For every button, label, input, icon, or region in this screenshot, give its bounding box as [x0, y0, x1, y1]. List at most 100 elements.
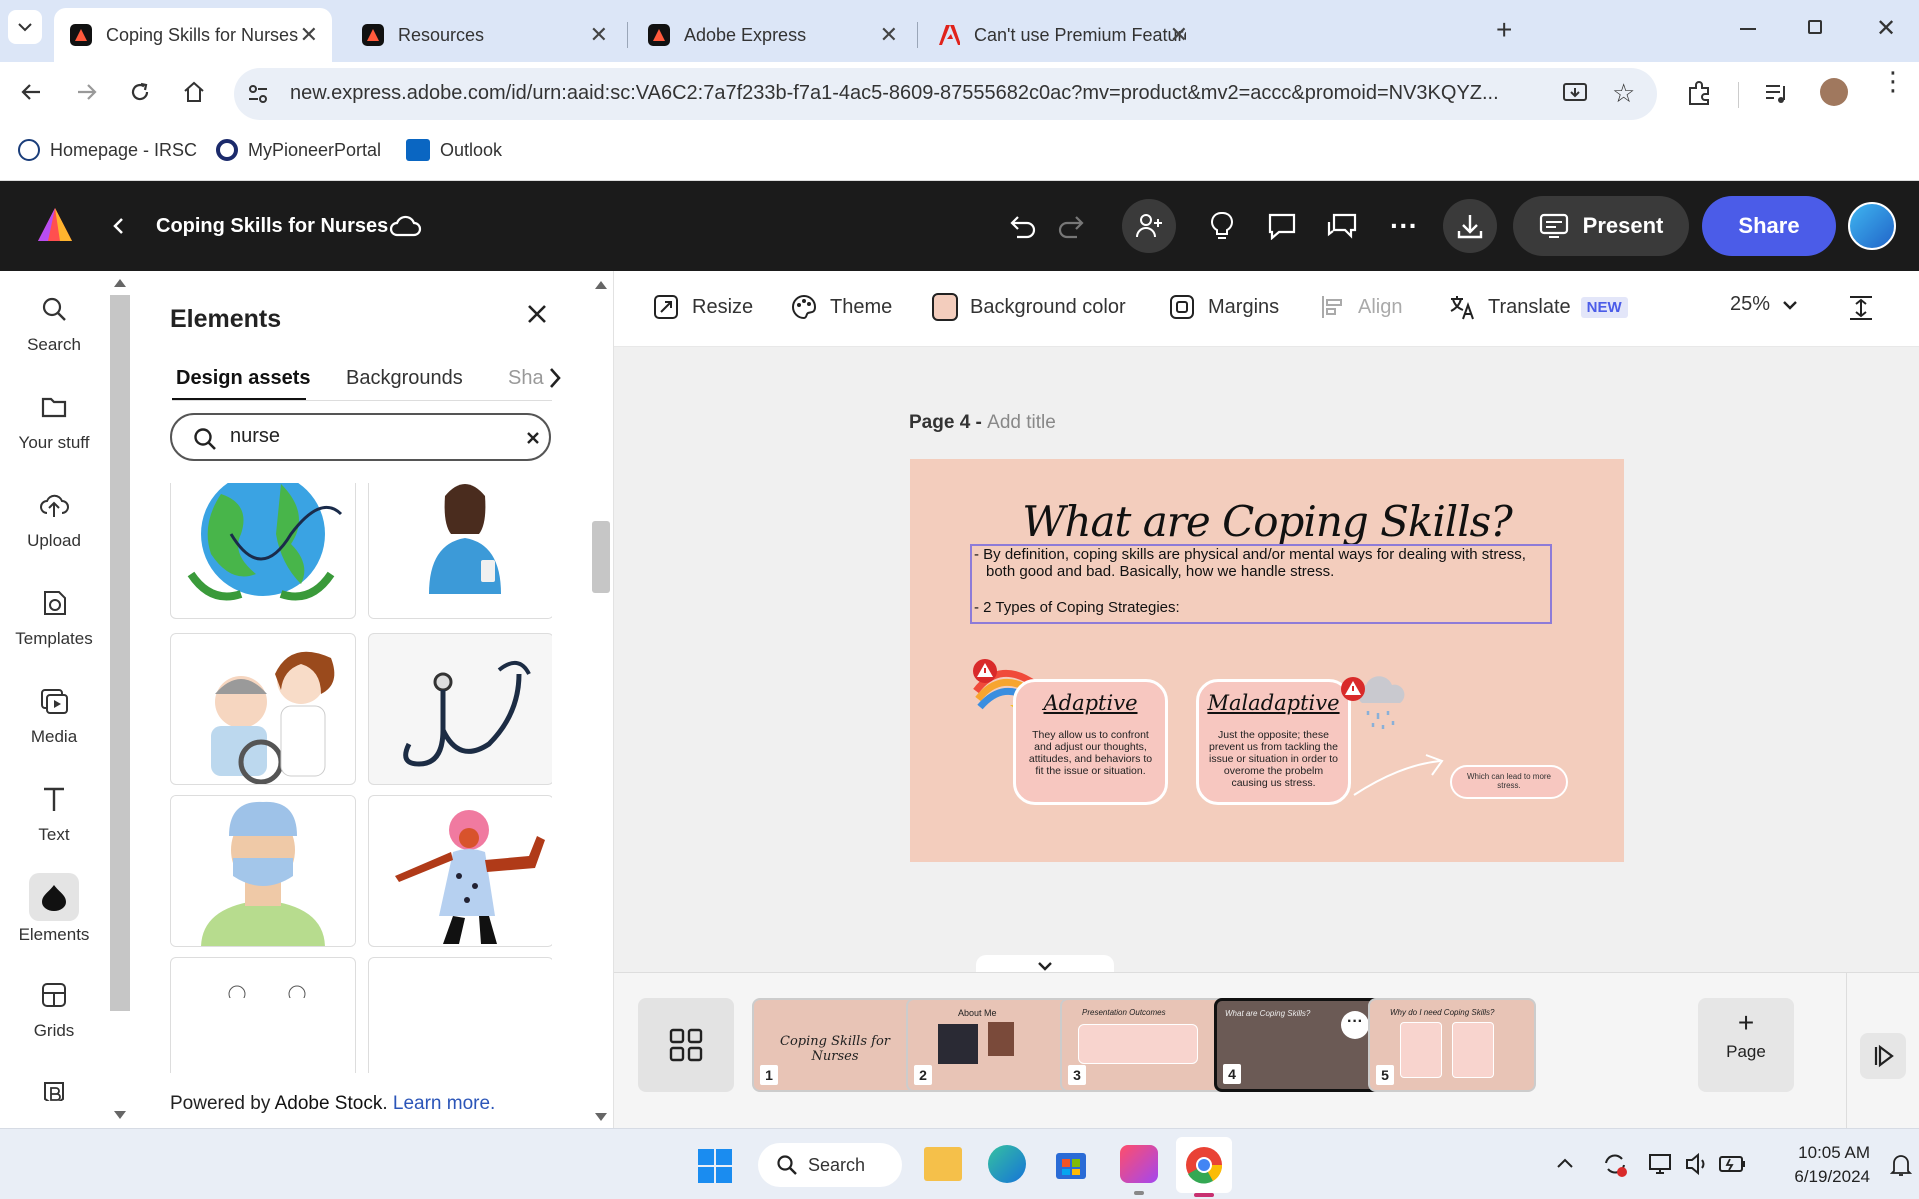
- redo-icon[interactable]: [1052, 206, 1092, 246]
- rail-search[interactable]: Search: [0, 287, 108, 355]
- scroll-down-arrow[interactable]: [595, 1113, 607, 1121]
- volume-icon[interactable]: [1684, 1151, 1710, 1177]
- rail-media[interactable]: Media: [0, 679, 108, 747]
- download-button[interactable]: [1443, 199, 1497, 253]
- grid-view-button[interactable]: [638, 998, 734, 1092]
- page-thumb-4-active[interactable]: What are Coping Skills? ··· 4: [1214, 998, 1382, 1092]
- taskbar-search[interactable]: Search: [758, 1143, 902, 1187]
- install-app-icon[interactable]: [1562, 80, 1588, 106]
- fit-screen-icon[interactable]: [1846, 293, 1876, 323]
- page-thumb-2[interactable]: About Me 2: [906, 998, 1074, 1092]
- media-control-icon[interactable]: [1764, 82, 1790, 106]
- back-icon[interactable]: [20, 80, 44, 104]
- rail-elements[interactable]: Elements: [0, 873, 108, 945]
- comment-icon[interactable]: [1262, 206, 1302, 246]
- adobe-express-logo[interactable]: [36, 206, 74, 244]
- store-icon[interactable]: [1054, 1147, 1088, 1181]
- adaptive-body[interactable]: They allow us to confront and adjust our…: [1025, 729, 1156, 777]
- align-button[interactable]: Align: [1320, 293, 1402, 321]
- margins-button[interactable]: Margins: [1168, 293, 1279, 321]
- profile-avatar[interactable]: [1820, 78, 1848, 106]
- page-thumb-3[interactable]: Presentation Outcomes 3: [1060, 998, 1228, 1092]
- file-explorer-icon[interactable]: [924, 1147, 962, 1181]
- background-color-button[interactable]: Background color: [932, 293, 1126, 321]
- note-text[interactable]: Which can lead to more stress.: [1466, 772, 1552, 790]
- more-options-icon[interactable]: ···: [1384, 206, 1424, 246]
- bookmark-star-icon[interactable]: ☆: [1612, 78, 1635, 109]
- page-thumb-1[interactable]: Coping Skills for Nurses 1: [752, 998, 920, 1092]
- scroll-up-arrow[interactable]: [114, 279, 126, 287]
- tab-backgrounds[interactable]: Backgrounds: [346, 367, 463, 390]
- creative-cloud-icon[interactable]: [1120, 1145, 1158, 1183]
- rail-brands[interactable]: [0, 1071, 108, 1101]
- close-tab-icon[interactable]: ✕: [1170, 22, 1188, 48]
- close-tab-icon[interactable]: ✕: [880, 22, 898, 48]
- battery-icon[interactable]: [1718, 1151, 1748, 1177]
- tab-premium-features[interactable]: Can't use Premium Features - A ✕: [922, 8, 1202, 62]
- tab-list-button[interactable]: [8, 10, 42, 44]
- cloud-sync-icon[interactable]: [388, 213, 422, 239]
- reload-icon[interactable]: [128, 80, 152, 104]
- extensions-icon[interactable]: [1686, 80, 1712, 106]
- tab-shapes[interactable]: Sha: [508, 367, 544, 390]
- scroll-thumb[interactable]: [110, 295, 130, 1011]
- chat-icon[interactable]: [1322, 206, 1362, 246]
- home-icon[interactable]: [182, 80, 206, 104]
- clock[interactable]: 10:05 AM 6/19/2024: [1768, 1141, 1870, 1189]
- lightbulb-icon[interactable]: [1202, 206, 1242, 246]
- edge-icon[interactable]: [988, 1145, 1026, 1183]
- bullet-2[interactable]: - 2 Types of Coping Strategies:: [974, 599, 1550, 616]
- add-page-button[interactable]: + Page: [1698, 998, 1794, 1092]
- tab-design-assets[interactable]: Design assets: [176, 367, 311, 390]
- notifications-icon[interactable]: [1890, 1153, 1912, 1177]
- bookmark-mypioneerportal[interactable]: MyPioneerPortal: [216, 139, 381, 161]
- asset-earth-stethoscope[interactable]: [170, 483, 356, 619]
- chrome-taskbar-button[interactable]: [1176, 1137, 1232, 1193]
- rail-grids[interactable]: Grids: [0, 973, 108, 1041]
- translate-button[interactable]: Translate NEW: [1448, 293, 1628, 321]
- tray-chevron-icon[interactable]: [1556, 1157, 1574, 1169]
- back-chevron-icon[interactable]: [112, 217, 124, 235]
- undo-icon[interactable]: [1002, 206, 1042, 246]
- present-button[interactable]: Present: [1513, 196, 1689, 256]
- windows-start-icon[interactable]: [698, 1149, 732, 1183]
- zoom-selector[interactable]: 25%: [1730, 293, 1798, 316]
- theme-button[interactable]: Theme: [790, 293, 892, 321]
- close-tab-icon[interactable]: ✕: [590, 22, 608, 48]
- invite-collaborator-button[interactable]: [1122, 199, 1176, 253]
- elements-search-field[interactable]: nurse: [170, 413, 551, 461]
- tab-resources[interactable]: Resources ✕: [346, 8, 622, 62]
- document-title[interactable]: Coping Skills for Nurses: [156, 215, 388, 238]
- rail-templates[interactable]: Templates: [0, 581, 108, 649]
- rail-your-stuff[interactable]: Your stuff: [0, 385, 108, 453]
- browser-menu-icon[interactable]: ⋮: [1880, 68, 1906, 94]
- close-window-button[interactable]: ✕: [1876, 14, 1896, 43]
- scroll-up-arrow[interactable]: [595, 281, 607, 289]
- new-tab-button[interactable]: +: [1496, 14, 1512, 46]
- sync-status-icon[interactable]: [1602, 1151, 1628, 1177]
- curved-arrow[interactable]: [1350, 751, 1450, 801]
- bookmark-irsc[interactable]: Homepage - IRSC: [18, 139, 197, 161]
- asset-surgeon-mask[interactable]: [170, 795, 356, 947]
- network-icon[interactable]: [1648, 1151, 1676, 1177]
- tab-coping-skills[interactable]: Coping Skills for Nurses ✕: [54, 8, 332, 62]
- page-thumb-5[interactable]: Why do I need Coping Skills? 5: [1368, 998, 1536, 1092]
- rail-text[interactable]: Text: [0, 777, 108, 845]
- minimize-button[interactable]: [1740, 28, 1756, 30]
- tabs-next-chevron-icon[interactable]: [548, 367, 562, 389]
- expand-strip-button[interactable]: [1860, 1033, 1906, 1079]
- tab-adobe-express[interactable]: Adobe Express ✕: [632, 8, 912, 62]
- site-info-icon[interactable]: [246, 82, 270, 106]
- panel-scroll-track[interactable]: [590, 277, 612, 1127]
- asset-nurse-wheelchair-cartoon[interactable]: [170, 633, 356, 785]
- page-more-options-button[interactable]: ···: [1341, 1011, 1369, 1039]
- slide-page-4[interactable]: What are Coping Skills? - By definition,…: [910, 459, 1624, 862]
- asset-nurse-with-coffee[interactable]: [368, 483, 552, 619]
- maladaptive-title[interactable]: Maladaptive: [1196, 691, 1351, 715]
- search-input[interactable]: nurse: [230, 425, 280, 448]
- bullet-1[interactable]: - By definition, coping skills are physi…: [974, 546, 1550, 580]
- resize-button[interactable]: Resize: [652, 293, 753, 321]
- scroll-thumb[interactable]: [592, 521, 610, 593]
- restore-button[interactable]: [1808, 20, 1822, 34]
- close-tab-icon[interactable]: ✕: [300, 22, 318, 48]
